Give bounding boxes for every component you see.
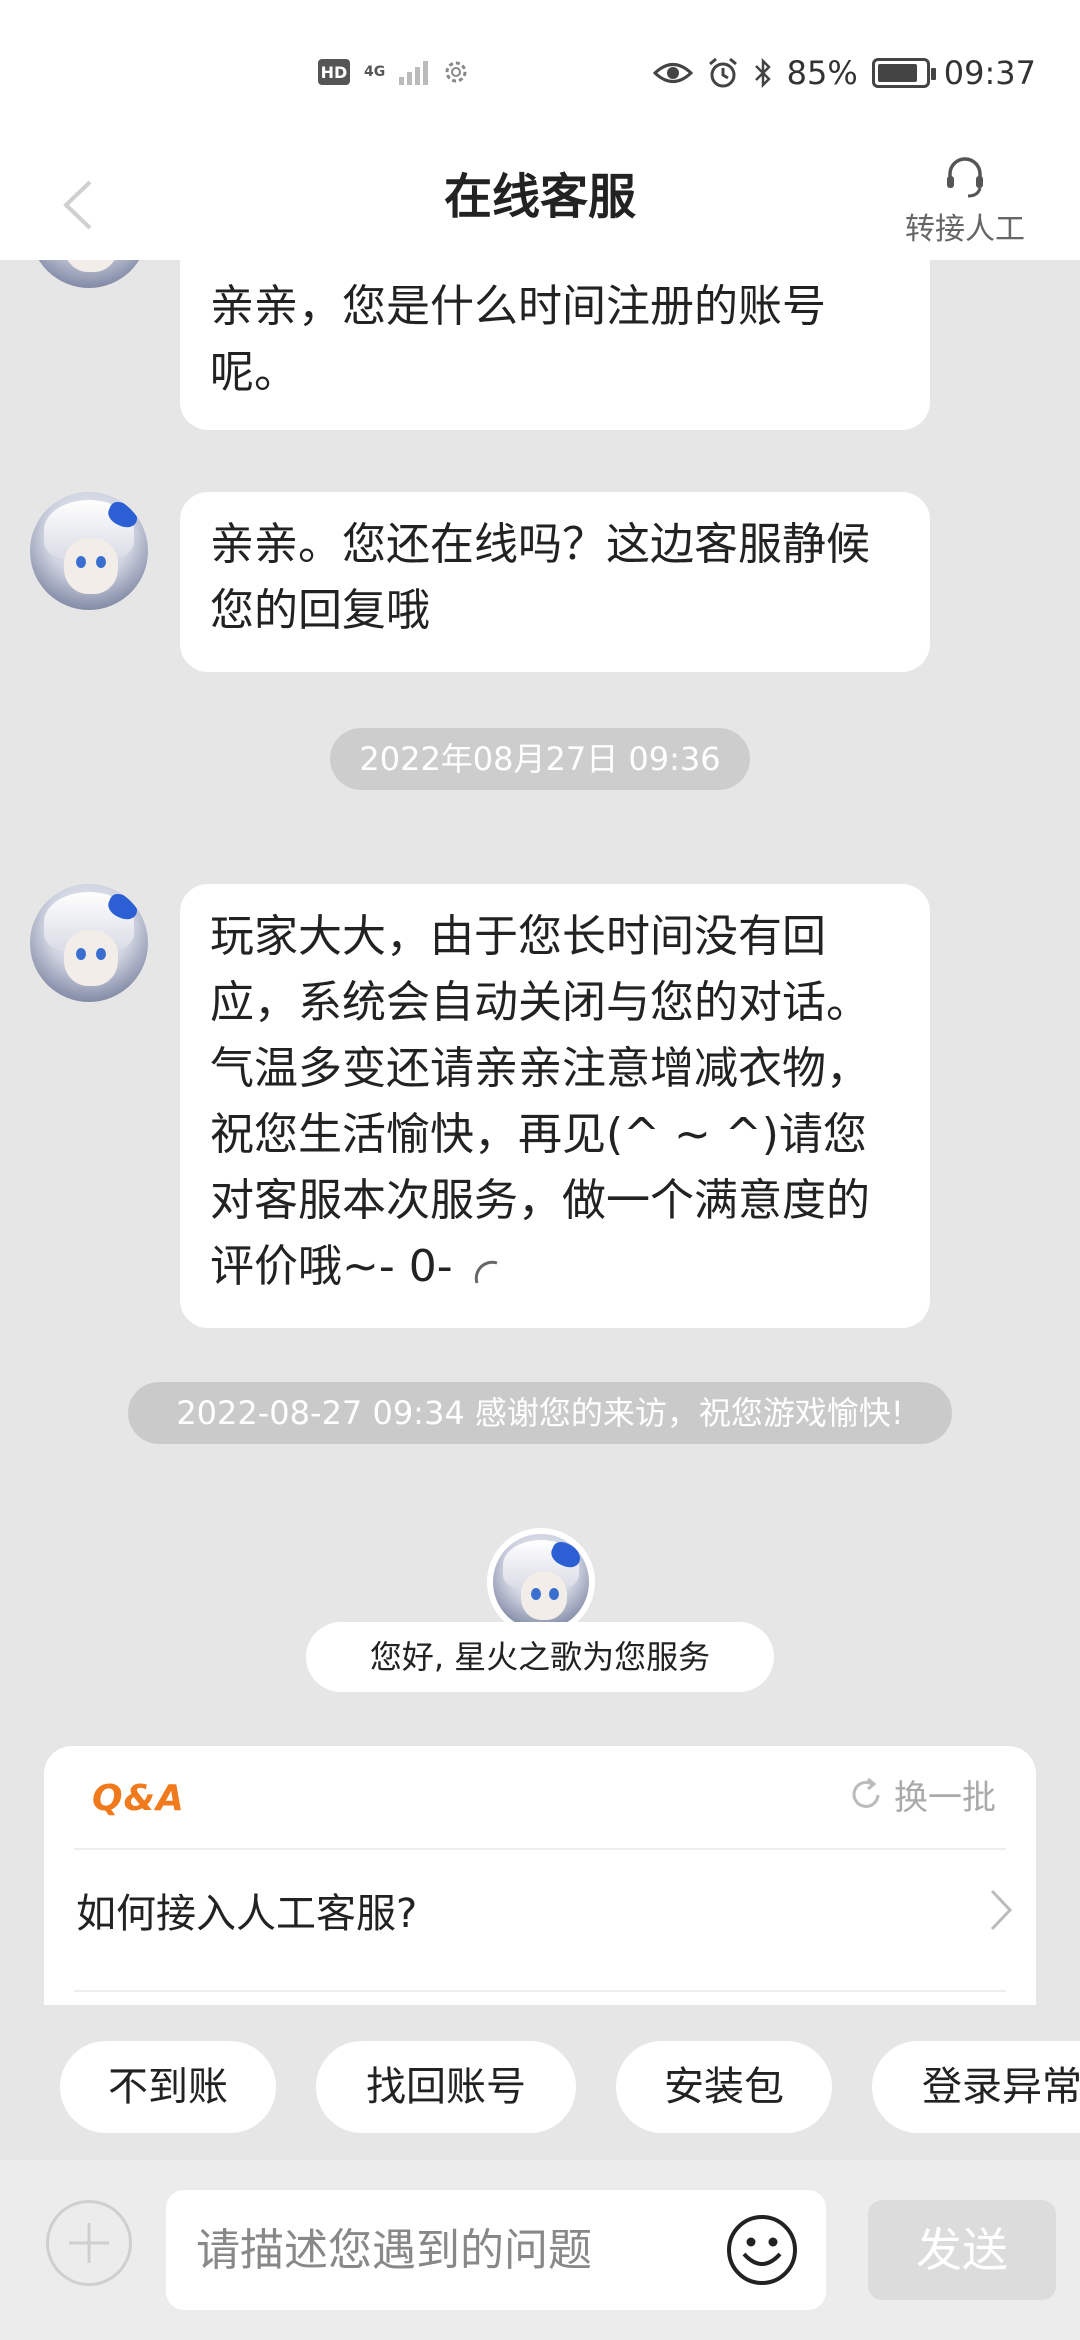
loading-spinner-icon xyxy=(474,1260,498,1284)
message-bubble: 亲亲。您还在线吗？这边客服静候您的回复哦 xyxy=(180,492,930,672)
settings-gear-icon xyxy=(445,61,467,83)
network-type: 4G xyxy=(364,64,386,80)
transfer-label: 转接人工 xyxy=(905,212,1025,247)
qa-question-text: 如何接入人工客服? xyxy=(76,1891,418,1937)
emoji-icon[interactable] xyxy=(724,2212,800,2288)
divider xyxy=(74,1990,1006,1992)
message-input[interactable] xyxy=(196,2190,676,2310)
divider xyxy=(74,1848,1006,1850)
chip-not-received[interactable]: 不到账 xyxy=(60,2041,276,2133)
status-right: 85% 09:37 xyxy=(652,54,1036,92)
hd-icon: HD xyxy=(318,59,350,85)
greeting-bubble: 您好, 星火之歌为您服务 xyxy=(306,1622,774,1692)
qa-question-item[interactable]: 如何接入人工客服? xyxy=(76,1862,1016,1958)
qa-card: Q&A 换一批 如何接入人工客服? xyxy=(44,1746,1036,2005)
qa-logo: Q&A xyxy=(92,1778,185,1819)
service-avatar xyxy=(487,1528,595,1636)
message-bubble: 玩家大大，由于您长时间没有回应，系统会自动关闭与您的对话。气温多变还请亲亲注意增… xyxy=(180,884,930,1328)
agent-avatar xyxy=(30,492,148,610)
headset-icon xyxy=(947,157,983,198)
agent-avatar xyxy=(30,260,148,288)
clock: 09:37 xyxy=(943,54,1036,92)
chat-area[interactable]: 亲亲，您是什么时间注册的账号呢。 亲亲。您还在线吗？这边客服静候您的回复哦 20… xyxy=(0,260,1080,2005)
agent-avatar xyxy=(493,1534,589,1630)
status-left: HD 4G xyxy=(318,58,470,86)
chevron-right-icon xyxy=(990,1889,1013,1931)
chip-recover-account[interactable]: 找回账号 xyxy=(316,2041,576,2133)
eye-icon xyxy=(652,63,693,83)
timestamp-pill: 2022年08月27日 09:36 xyxy=(330,728,750,790)
transfer-human-button[interactable]: 转接人工 xyxy=(880,150,1050,260)
message-bubble: 亲亲，您是什么时间注册的账号呢。 xyxy=(180,260,930,430)
refresh-label: 换一批 xyxy=(894,1778,996,1818)
chip-install-package[interactable]: 安装包 xyxy=(616,2041,832,2133)
system-notice: 2022-08-27 09:34 感谢您的来访，祝您游戏愉快! xyxy=(128,1382,952,1444)
chip-login-error[interactable]: 登录异常 xyxy=(872,2041,1080,2133)
message-input-box xyxy=(166,2190,826,2310)
battery-icon xyxy=(871,58,936,88)
add-attachment-button[interactable] xyxy=(46,2200,132,2286)
refresh-batch-button[interactable]: 换一批 xyxy=(846,1770,996,1819)
input-bar: 发送 xyxy=(0,2160,1080,2340)
quick-reply-chips: 不到账 找回账号 安装包 登录异常 xyxy=(0,2005,1080,2165)
refresh-icon xyxy=(852,1777,880,1808)
header: 在线客服 转接人工 xyxy=(0,150,1080,260)
send-button[interactable]: 发送 xyxy=(868,2200,1056,2300)
alarm-icon xyxy=(708,57,737,88)
bluetooth-icon xyxy=(754,57,771,89)
agent-avatar xyxy=(30,884,148,1002)
battery-percent: 85% xyxy=(786,54,858,92)
message-text: 玩家大大，由于您长时间没有回应，系统会自动关闭与您的对话。气温多变还请亲亲注意增… xyxy=(210,911,870,1292)
signal-icon xyxy=(399,59,429,85)
status-bar: HD 4G 85% 09:37 xyxy=(0,0,1080,150)
